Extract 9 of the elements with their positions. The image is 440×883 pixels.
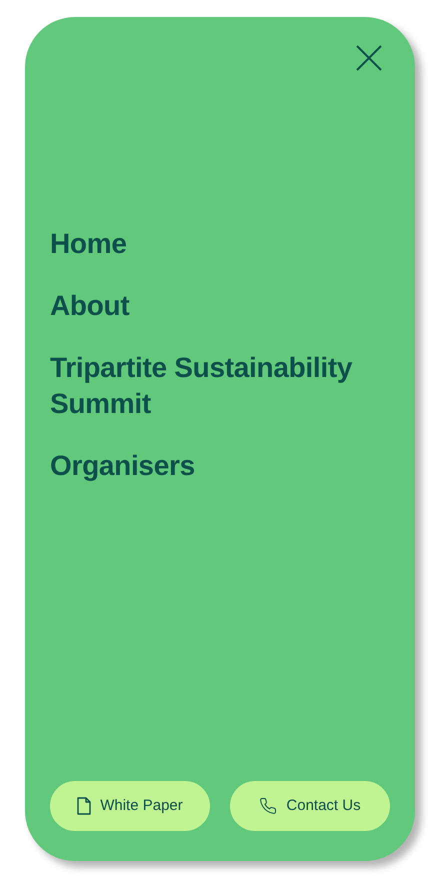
nav-link[interactable]: Tripartite Sustainability Summit (50, 350, 390, 422)
nav-link[interactable]: About (50, 288, 130, 324)
close-icon[interactable] (356, 45, 382, 71)
document-icon (77, 797, 92, 815)
pill-button[interactable]: Contact Us (230, 781, 390, 831)
nav-link[interactable]: Home (50, 226, 127, 262)
pill-button[interactable]: White Paper (50, 781, 210, 831)
phone-icon (259, 797, 278, 815)
nav-link[interactable]: Organisers (50, 448, 195, 484)
